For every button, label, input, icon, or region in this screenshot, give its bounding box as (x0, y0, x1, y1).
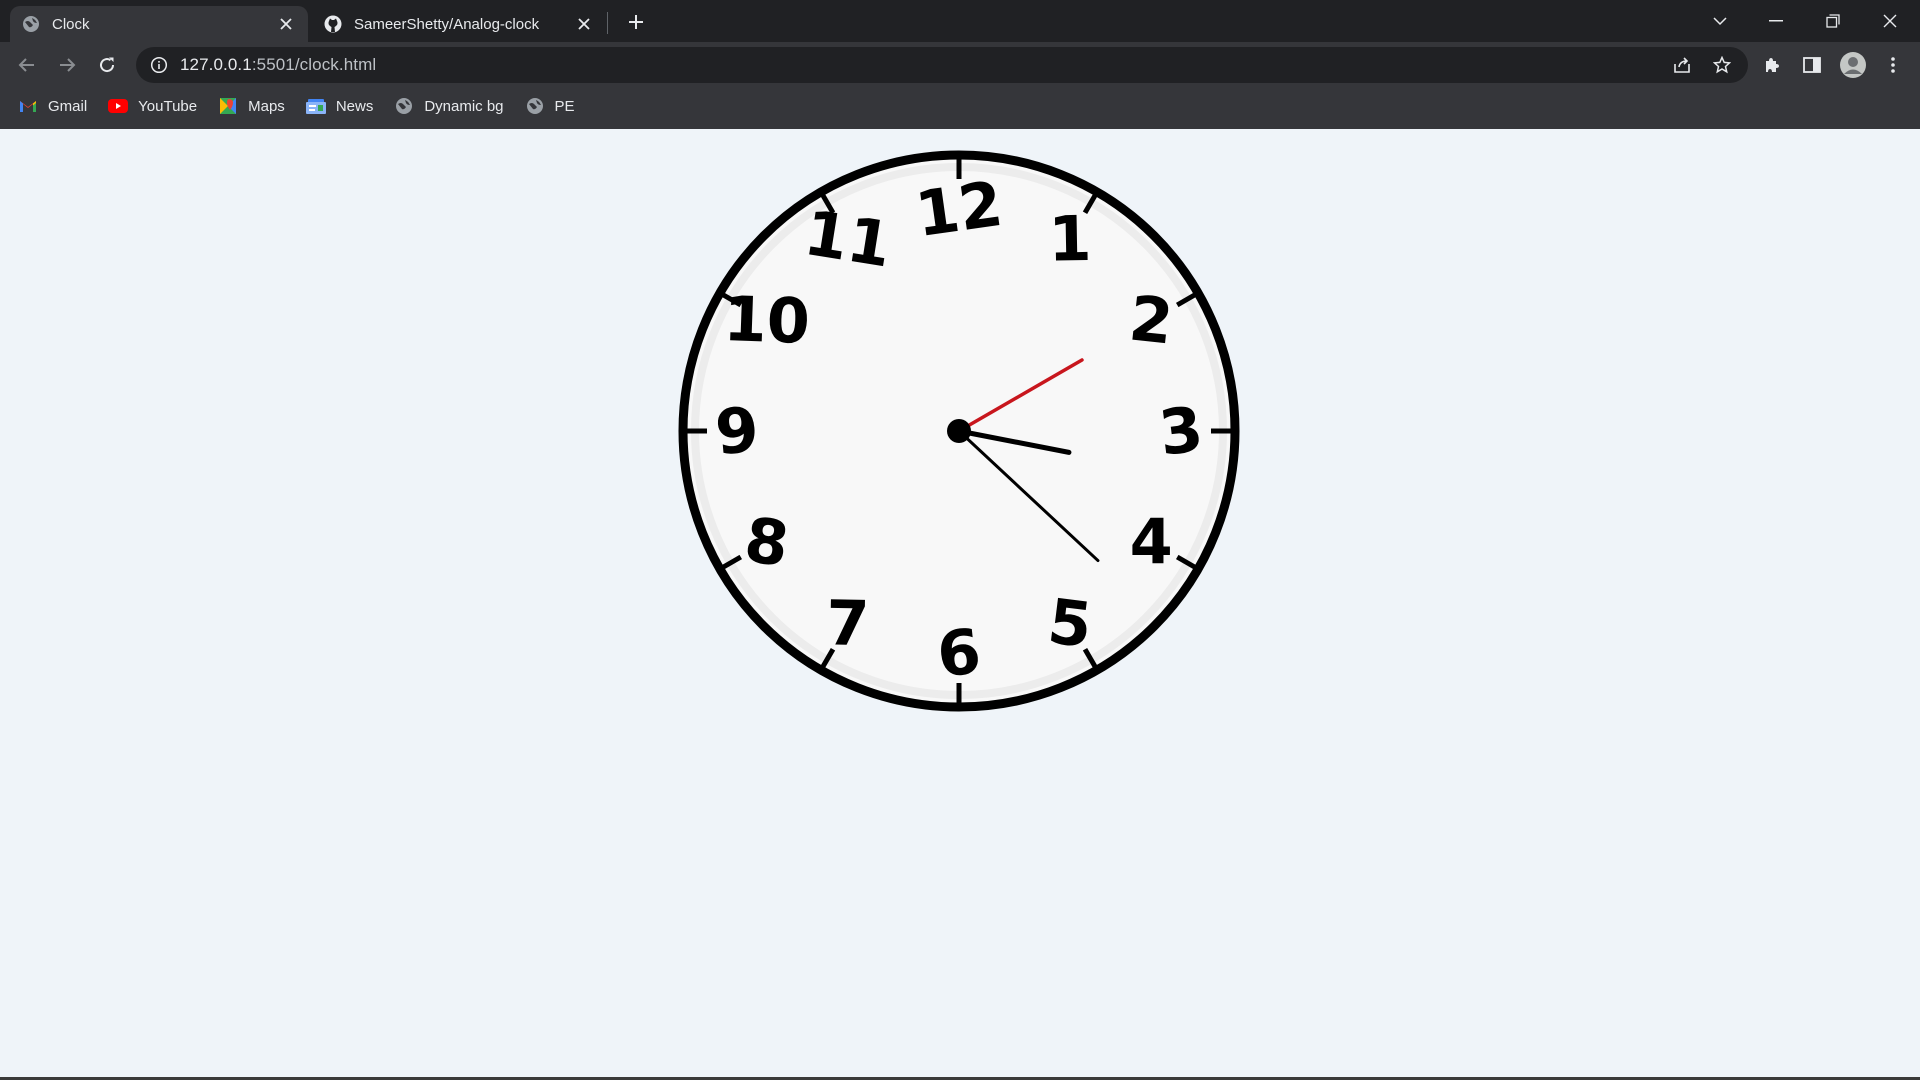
clock-numeral: 11 (800, 196, 897, 282)
clock-numeral: 3 (1155, 392, 1207, 470)
clock-numeral: 2 (1126, 281, 1177, 358)
avatar-icon (1840, 52, 1866, 78)
news-icon (305, 96, 326, 116)
clock-numeral: 7 (826, 586, 870, 660)
bookmark-label: PE (554, 97, 575, 115)
clock-numeral: 6 (934, 614, 985, 691)
profile-button[interactable] (1837, 49, 1869, 81)
bookmark-news[interactable]: News (305, 92, 374, 120)
url-path: :5501/clock.html (251, 55, 377, 74)
restore-icon (1826, 14, 1840, 28)
share-button[interactable] (1664, 47, 1700, 83)
globe-icon (525, 96, 545, 116)
center-pin (947, 419, 971, 443)
plus-icon (629, 15, 643, 29)
forward-button[interactable] (51, 49, 83, 81)
bookmark-label: Maps (248, 97, 285, 115)
bookmarks-bar: Gmail YouTube Maps News Dynamic bg PE (0, 92, 1920, 120)
bookmark-gmail[interactable]: Gmail (18, 92, 87, 120)
clock-numeral: 1 (1048, 202, 1092, 276)
menu-button[interactable] (1877, 49, 1909, 81)
tab-clock[interactable]: Clock (10, 6, 308, 42)
maps-icon (218, 96, 238, 116)
close-window-button[interactable] (1862, 0, 1918, 42)
bookmark-youtube[interactable]: YouTube (108, 92, 197, 120)
bookmark-dynamic-bg[interactable]: Dynamic bg (394, 92, 504, 120)
restore-button[interactable] (1805, 0, 1861, 42)
reload-button[interactable] (91, 49, 123, 81)
clock-numeral: 4 (1130, 506, 1173, 579)
side-panel-button[interactable] (1796, 49, 1828, 81)
minimize-icon (1769, 20, 1783, 22)
clock-numeral: 9 (712, 393, 761, 469)
tab-title: SameerShetty/Analog-clock (354, 15, 540, 33)
new-tab-button[interactable] (622, 8, 650, 36)
address-bar[interactable]: 127.0.0.1:5501/clock.html (136, 47, 1748, 83)
info-icon[interactable] (150, 56, 168, 74)
clock-numeral: 12 (911, 167, 1007, 251)
side-panel-icon (1803, 57, 1821, 73)
share-icon (1674, 57, 1690, 73)
star-icon (1713, 56, 1731, 74)
more-vert-icon (1891, 57, 1895, 73)
tab-strip: Clock SameerShetty/Analog-clock (0, 0, 1920, 42)
clock-numeral: 10 (722, 282, 811, 358)
gmail-icon (18, 96, 38, 116)
tab-search-button[interactable] (1692, 0, 1748, 42)
globe-icon (23, 16, 39, 32)
puzzle-icon (1766, 58, 1779, 72)
globe-icon (394, 96, 414, 116)
extensions-button[interactable] (1756, 49, 1788, 81)
bookmark-label: News (335, 97, 374, 115)
close-icon (1883, 14, 1897, 28)
arrow-left-icon (18, 58, 34, 72)
url-host: 127.0.0.1 (180, 55, 252, 74)
bookmark-label: Dynamic bg (424, 97, 504, 115)
bookmark-label: Gmail (48, 97, 88, 115)
bookmark-label: YouTube (138, 97, 198, 115)
analog-clock: 12 1234567891011 (678, 150, 1240, 712)
browser-chrome: Clock SameerShetty/Analog-clock 127.0.0.… (0, 0, 1920, 129)
youtube-icon (108, 96, 129, 116)
back-button[interactable] (11, 49, 43, 81)
bookmark-pe[interactable]: PE (525, 92, 575, 120)
github-icon (324, 15, 342, 33)
clock-numeral: 5 (1044, 584, 1096, 662)
url-text[interactable]: 127.0.0.1:5501/clock.html (180, 55, 376, 75)
tab-github[interactable]: SameerShetty/Analog-clock (312, 6, 606, 42)
tab-title: Clock (52, 15, 90, 33)
close-tab-icon[interactable] (276, 14, 296, 34)
minimize-button[interactable] (1748, 0, 1804, 42)
tab-separator (607, 12, 608, 34)
arrow-right-icon (60, 58, 76, 72)
chevron-down-icon (1713, 17, 1727, 26)
bookmark-star-button[interactable] (1704, 47, 1740, 83)
close-tab-icon[interactable] (574, 14, 594, 34)
bookmark-maps[interactable]: Maps (218, 92, 285, 120)
reload-icon (100, 57, 115, 73)
